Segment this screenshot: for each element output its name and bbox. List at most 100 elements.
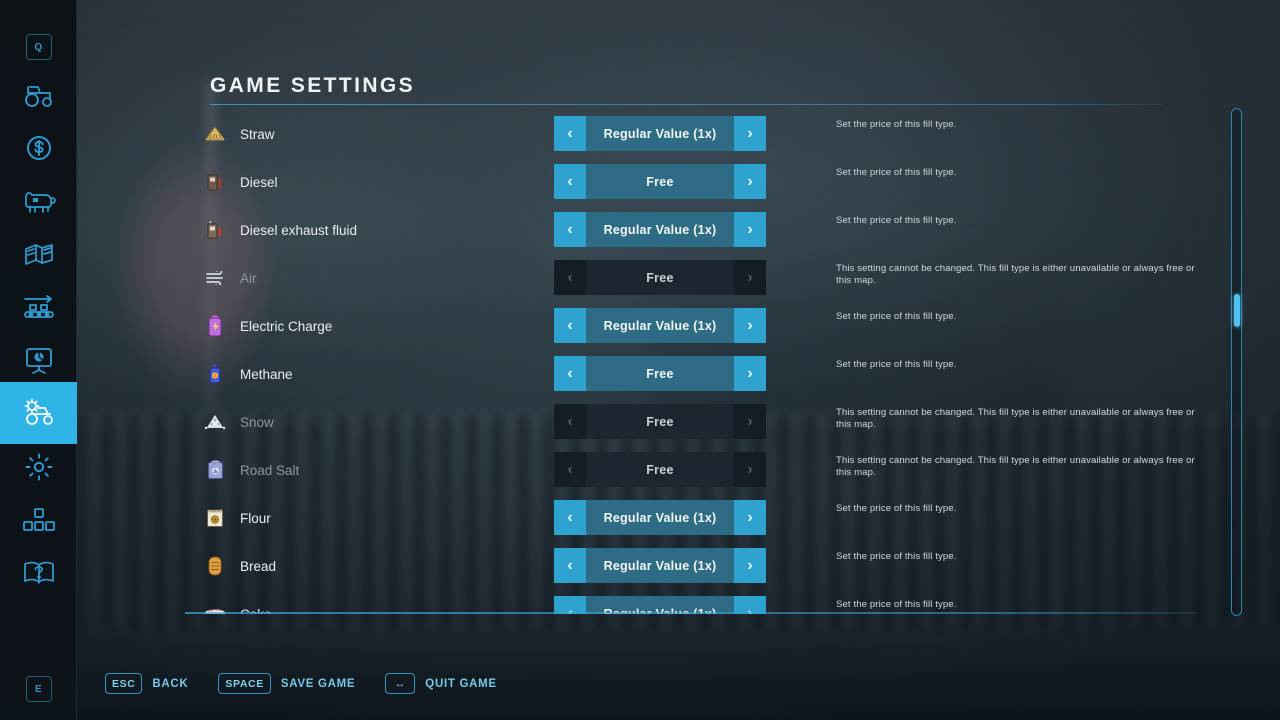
sidebar-item-help[interactable] [0, 546, 77, 600]
prev-arrow-button: ‹ [554, 452, 586, 487]
sidebar-item-multiplayer[interactable] [0, 493, 77, 547]
content-area: GAME SETTINGS Straw ‹ Regular Value (1x)… [77, 0, 1280, 720]
row-help-text: Set the price of this fill type. [836, 599, 1195, 611]
settings-row: Diesel ‹ Free › Set the price of this fi… [185, 158, 1195, 206]
selected-value: Regular Value (1x) [586, 548, 734, 583]
value-selector: ‹ Free › [554, 452, 766, 487]
row-label: Road Salt [240, 463, 455, 478]
selected-value: Free [586, 452, 734, 487]
value-selector[interactable]: ‹ Regular Value (1x) › [554, 116, 766, 151]
sidebar-item-finances[interactable] [0, 121, 77, 175]
sidebar-item-contracts[interactable] [0, 228, 77, 282]
row-help-text: Set the price of this fill type. [836, 119, 1195, 131]
value-selector[interactable]: ‹ Regular Value (1x) › [554, 548, 766, 583]
page-title: GAME SETTINGS [210, 74, 415, 98]
prev-arrow-button[interactable]: ‹ [554, 500, 586, 535]
tractor-gear-icon [21, 398, 57, 428]
presentation-chart-icon [24, 346, 54, 376]
row-label: Diesel exhaust fluid [240, 223, 455, 238]
value-selector[interactable]: ‹ Regular Value (1x) › [554, 212, 766, 247]
tractor-icon [22, 81, 56, 109]
footer-action-label: BACK [152, 678, 188, 690]
selected-value: Regular Value (1x) [586, 116, 734, 151]
prev-arrow-button[interactable]: ‹ [554, 548, 586, 583]
prev-arrow-button: ‹ [554, 404, 586, 439]
value-selector[interactable]: ‹ Regular Value (1x) › [554, 500, 766, 535]
arrows-key-icon: ↔ [385, 673, 415, 694]
footer-action-label: QUIT GAME [425, 678, 496, 690]
book-help-icon [23, 559, 55, 587]
nodes-icon [23, 507, 55, 533]
sidebar: Q [0, 0, 77, 720]
sidebar-item-hotkey-q[interactable]: Q [0, 20, 77, 74]
next-arrow-button: › [734, 404, 766, 439]
row-help-text: This setting cannot be changed. This fil… [836, 263, 1195, 287]
scrollbar-thumb[interactable] [1234, 294, 1240, 327]
game-settings-screen: Q [0, 0, 1280, 720]
settings-row: Straw ‹ Regular Value (1x) › Set the pri… [185, 110, 1195, 158]
row-label: Air [240, 271, 455, 286]
next-arrow-button[interactable]: › [734, 164, 766, 199]
footer-action[interactable]: ESC BACK [105, 673, 188, 694]
next-arrow-button[interactable]: › [734, 308, 766, 343]
scrollbar[interactable] [1231, 108, 1242, 616]
row-help-text: Set the price of this fill type. [836, 311, 1195, 323]
settings-row: Cake ‹ Regular Value (1x) › Set the pric… [185, 590, 1195, 614]
gear-icon [24, 452, 54, 482]
row-label: Snow [240, 415, 455, 430]
dollar-coin-icon [24, 133, 54, 163]
footer-action[interactable]: ↔ QUIT GAME [385, 673, 496, 694]
sidebar-item-general-settings[interactable] [0, 440, 77, 494]
prev-arrow-button[interactable]: ‹ [554, 116, 586, 151]
settings-row: Bread ‹ Regular Value (1x) › Set the pri… [185, 542, 1195, 590]
prev-arrow-button[interactable]: ‹ [554, 356, 586, 391]
bread-icon [202, 556, 228, 576]
footer-action-label: SAVE GAME [281, 678, 355, 690]
sidebar-item-vehicles[interactable] [0, 68, 77, 122]
sidebar-item-hotkey-e[interactable]: E [0, 662, 77, 716]
prev-arrow-button: ‹ [554, 260, 586, 295]
next-arrow-button[interactable]: › [734, 356, 766, 391]
documents-icon [23, 241, 55, 269]
next-arrow-button[interactable]: › [734, 212, 766, 247]
value-selector[interactable]: ‹ Free › [554, 164, 766, 199]
footer-action[interactable]: SPACE SAVE GAME [218, 673, 355, 694]
value-selector[interactable]: ‹ Free › [554, 356, 766, 391]
sidebar-item-animals[interactable] [0, 175, 77, 229]
sidebar-item-game-settings[interactable] [0, 382, 77, 444]
sidebar-item-statistics[interactable] [0, 334, 77, 388]
title-divider [210, 104, 1162, 105]
next-arrow-button[interactable]: › [734, 116, 766, 151]
settings-row: Electric Charge ‹ Regular Value (1x) › S… [185, 302, 1195, 350]
road-salt-icon [202, 460, 228, 480]
row-help-text: Set the price of this fill type. [836, 167, 1195, 179]
value-selector: ‹ Free › [554, 260, 766, 295]
settings-list-viewport[interactable]: Straw ‹ Regular Value (1x) › Set the pri… [185, 110, 1195, 614]
cow-icon [21, 189, 57, 215]
row-help-text: This setting cannot be changed. This fil… [836, 407, 1195, 431]
straw-icon [202, 126, 228, 142]
prev-arrow-button[interactable]: ‹ [554, 212, 586, 247]
row-help-text: Set the price of this fill type. [836, 551, 1195, 563]
value-selector[interactable]: ‹ Regular Value (1x) › [554, 308, 766, 343]
next-arrow-button[interactable]: › [734, 548, 766, 583]
row-label: Bread [240, 559, 455, 574]
row-help-text: Set the price of this fill type. [836, 215, 1195, 227]
flour-icon [202, 508, 228, 528]
prev-arrow-button[interactable]: ‹ [554, 164, 586, 199]
space-key-icon: SPACE [218, 673, 270, 694]
row-help-text: Set the price of this fill type. [836, 359, 1195, 371]
settings-row: Flour ‹ Regular Value (1x) › Set the pri… [185, 494, 1195, 542]
methane-icon [202, 364, 228, 384]
row-label: Flour [240, 511, 455, 526]
sidebar-item-production[interactable] [0, 281, 77, 335]
row-help-text: This setting cannot be changed. This fil… [836, 455, 1195, 479]
next-arrow-button[interactable]: › [734, 500, 766, 535]
settings-row: Diesel exhaust fluid ‹ Regular Value (1x… [185, 206, 1195, 254]
row-label: Methane [240, 367, 455, 382]
prev-arrow-button[interactable]: ‹ [554, 308, 586, 343]
next-arrow-button: › [734, 452, 766, 487]
battery-icon [202, 315, 228, 337]
footer-help-bar: ESC BACK SPACE SAVE GAME ↔ QUIT GAME [105, 673, 527, 694]
row-label: Electric Charge [240, 319, 455, 334]
